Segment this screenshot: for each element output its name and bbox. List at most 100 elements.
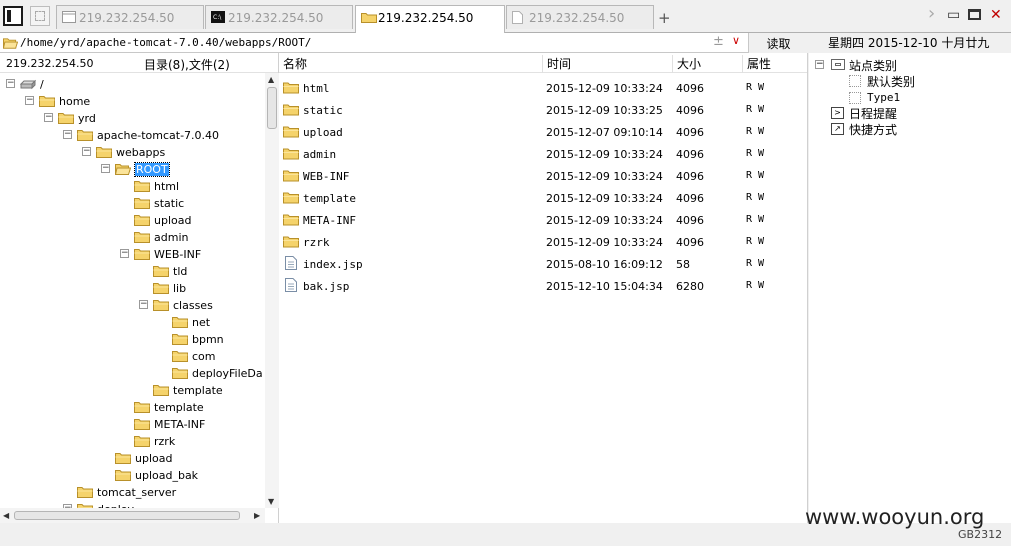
address-bar: /home/yrd/apache-tomcat-7.0.40/webapps/R… — [0, 33, 808, 53]
tree-node-label: com — [192, 350, 216, 363]
scroll-right-icon[interactable]: ▶ — [254, 511, 260, 520]
column-time[interactable]: 时间 — [542, 55, 672, 73]
close-icon[interactable]: ✕ — [990, 7, 1002, 23]
collapse-icon[interactable]: − — [25, 96, 34, 105]
collapse-icon[interactable]: − — [815, 60, 824, 69]
item-count: 目录(8),文件(2) — [144, 58, 230, 72]
minimize-icon[interactable]: ▭ — [947, 7, 960, 23]
tree-node-label: lib — [173, 282, 187, 295]
scroll-down-icon[interactable]: ▼ — [268, 497, 274, 506]
tree-header: 219.232.254.50 目录(8),文件(2) — [0, 53, 278, 73]
tree-node-label: tomcat_server — [97, 486, 177, 499]
panel-toggle-button[interactable] — [3, 6, 23, 26]
tab-1[interactable]: C:\ 219.232.254.50 — [205, 5, 353, 29]
file-row[interactable]: index.jsp 2015-08-10 16:09:12 58 R W — [279, 253, 808, 275]
maximize-icon[interactable] — [968, 9, 981, 20]
collapse-icon[interactable]: − — [6, 79, 15, 88]
file-size: 4096 — [676, 148, 704, 161]
folder-icon — [134, 181, 150, 192]
scroll-left-icon[interactable]: ◀ — [3, 511, 9, 520]
file-row[interactable]: WEB-INF 2015-12-09 10:33:24 4096 R W — [279, 165, 808, 187]
file-size: 4096 — [676, 236, 704, 249]
site-category-label: 站点类别 — [849, 59, 898, 73]
window-icon — [62, 11, 76, 23]
read-button[interactable]: 读取 — [748, 33, 808, 53]
file-row[interactable]: rzrk 2015-12-09 10:33:24 4096 R W — [279, 231, 808, 253]
folder-icon — [283, 236, 299, 248]
file-name: META-INF — [303, 214, 356, 227]
folder-icon — [134, 436, 150, 447]
folder-icon — [134, 215, 150, 226]
file-name: upload — [303, 126, 343, 139]
collapse-icon[interactable]: − — [82, 147, 91, 156]
encoding-indicator[interactable]: GB2312 — [958, 528, 1002, 541]
bookmark-add-icon[interactable]: ± — [713, 34, 724, 49]
svg-text:C:\: C:\ — [213, 14, 222, 21]
file-icon — [285, 278, 297, 292]
file-time: 2015-08-10 16:09:12 — [546, 258, 663, 271]
file-row[interactable]: template 2015-12-09 10:33:24 4096 R W — [279, 187, 808, 209]
scroll-thumb[interactable] — [14, 511, 240, 520]
tree-node-label: template — [154, 401, 204, 414]
collapse-icon[interactable]: − — [63, 130, 72, 139]
tree-node-label: yrd — [78, 112, 96, 125]
scroll-thumb[interactable] — [267, 87, 277, 129]
column-attr[interactable]: 属性 — [742, 55, 808, 73]
file-row[interactable]: admin 2015-12-09 10:33:24 4096 R W — [279, 143, 808, 165]
file-icon — [285, 256, 297, 270]
collapse-icon[interactable]: − — [139, 300, 148, 309]
tree-node-label: static — [154, 197, 185, 210]
tab-bar: 219.232.254.50 C:\ 219.232.254.50 219.23… — [0, 0, 1011, 33]
file-attr: R W — [746, 258, 765, 269]
file-time: 2015-12-09 10:33:24 — [546, 214, 663, 227]
directory-tree: − / − home − yrd − apache-tomcat-7.0.40− webapps… — [0, 73, 265, 508]
folder-icon — [134, 198, 150, 209]
tab-2[interactable]: 219.232.254.50 — [355, 5, 505, 33]
column-size[interactable]: 大小 — [672, 55, 742, 73]
file-row[interactable]: static 2015-12-09 10:33:25 4096 R W — [279, 99, 808, 121]
tree-vertical-scrollbar[interactable]: ▲ ▼ — [265, 73, 279, 508]
file-row[interactable]: upload 2015-12-07 09:10:14 4096 R W — [279, 121, 808, 143]
folder-icon — [134, 232, 150, 243]
tab-3[interactable]: 219.232.254.50 — [506, 5, 654, 29]
folder-icon — [153, 385, 169, 396]
file-attr: R W — [746, 280, 765, 291]
file-row[interactable]: bak.jsp 2015-12-10 15:04:34 6280 R W — [279, 275, 808, 297]
chevron-right-icon[interactable]: › — [928, 3, 935, 24]
tab-0[interactable]: 219.232.254.50 — [56, 5, 204, 29]
folder-icon — [283, 148, 299, 160]
tab-label: 219.232.254.50 — [228, 11, 324, 25]
scroll-up-icon[interactable]: ▲ — [268, 75, 274, 84]
tree-node-label: webapps — [116, 146, 166, 159]
folder-icon — [115, 470, 131, 481]
file-name: WEB-INF — [303, 170, 350, 183]
document-icon — [512, 11, 523, 24]
folder-icon — [134, 249, 150, 260]
collapse-icon[interactable]: − — [44, 113, 53, 122]
tree-horizontal-scrollbar[interactable]: ◀ ▶ — [0, 508, 265, 523]
sidebar-panel: − 站点类别 默认类别 Type1 > 日程提醒 ↗ 快捷方式 — [809, 53, 1011, 523]
new-tab-icon-button[interactable] — [30, 6, 50, 26]
add-tab-button[interactable]: + — [658, 9, 671, 27]
file-row[interactable]: html 2015-12-09 10:33:24 4096 R W — [279, 77, 808, 99]
collapse-icon[interactable]: − — [101, 164, 110, 173]
host-ip: 219.232.254.50 — [6, 57, 94, 70]
tree-node-label: classes — [173, 299, 213, 312]
file-time: 2015-12-10 15:04:34 — [546, 280, 663, 293]
tree-node-label: deployFileDa — [192, 367, 263, 380]
collapse-icon[interactable]: − — [120, 249, 129, 258]
file-size: 58 — [676, 258, 690, 271]
category-icon — [831, 59, 845, 70]
folder-icon — [283, 214, 299, 226]
folder-icon — [134, 402, 150, 413]
path-input[interactable]: /home/yrd/apache-tomcat-7.0.40/webapps/R… — [20, 36, 311, 49]
tab-label: 219.232.254.50 — [79, 11, 175, 25]
file-row[interactable]: META-INF 2015-12-09 10:33:24 4096 R W — [279, 209, 808, 231]
column-name[interactable]: 名称 — [279, 55, 542, 73]
folder-icon — [361, 13, 377, 23]
tree-node-label: home — [59, 95, 91, 108]
folder-icon — [283, 192, 299, 204]
date-display: 星期四 2015-12-10 十月廿九 — [828, 36, 990, 50]
chevron-down-icon[interactable]: ∨ — [732, 34, 740, 47]
tree-node-label: ROOT — [134, 162, 170, 177]
